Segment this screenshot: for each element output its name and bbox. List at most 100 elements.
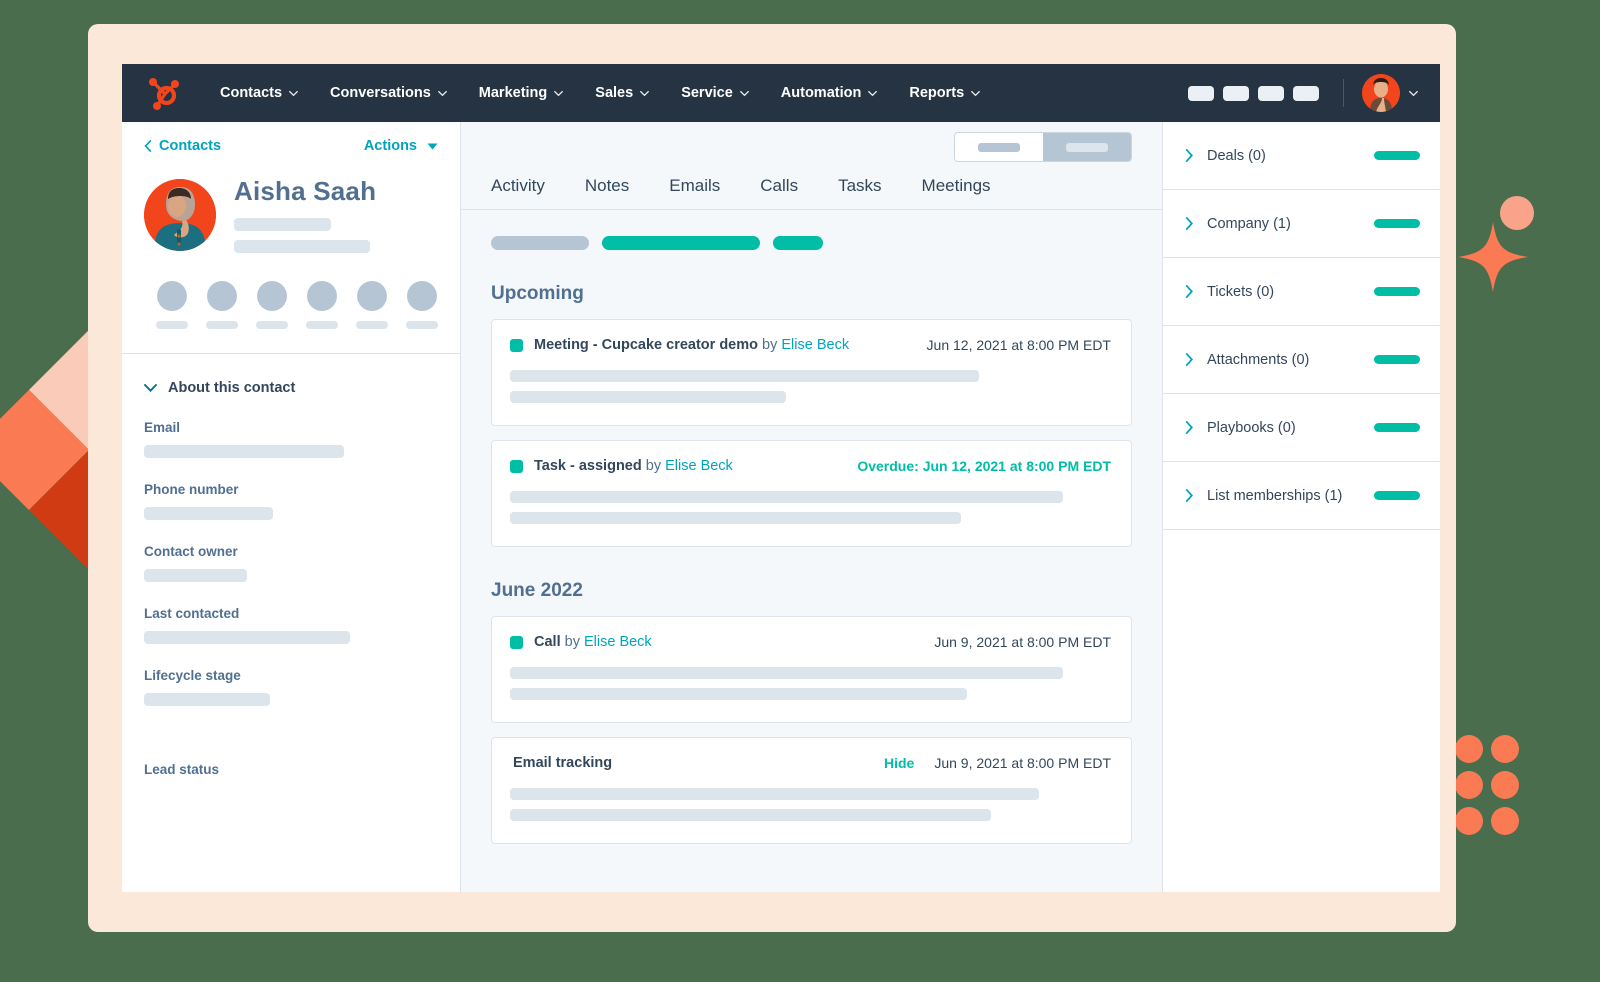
activity-card[interactable]: Task - assigned by Elise Beck Overdue: J… — [491, 440, 1132, 547]
sidebar-item-deals[interactable]: Deals (0) — [1163, 122, 1440, 190]
activity-title-text: Email tracking — [513, 755, 612, 771]
nav-divider — [1343, 79, 1344, 107]
sidebar-item-attachments[interactable]: Attachments (0) — [1163, 326, 1440, 394]
filter-chip[interactable] — [491, 236, 589, 250]
activity-body-placeholder — [510, 788, 1111, 821]
activity-card[interactable]: Meeting - Cupcake creator demo by Elise … — [491, 319, 1132, 426]
filter-chip[interactable] — [602, 236, 760, 250]
field-value-placeholder[interactable] — [144, 631, 350, 644]
nav-utility-placeholder[interactable] — [1293, 86, 1319, 101]
sidebar-action-placeholder[interactable] — [1374, 287, 1420, 296]
tab-tasks[interactable]: Tasks — [818, 176, 901, 209]
view-toggle-option-right[interactable] — [1043, 133, 1131, 161]
sidebar-action-placeholder[interactable] — [1374, 219, 1420, 228]
chevron-right-icon — [1185, 353, 1194, 366]
circle-shape — [1500, 196, 1534, 230]
nav-item-automation[interactable]: Automation — [765, 85, 894, 101]
tab-emails[interactable]: Emails — [649, 176, 740, 209]
sidebar-item-tickets[interactable]: Tickets (0) — [1163, 258, 1440, 326]
chevron-right-icon — [1185, 217, 1194, 230]
activity-by-text: by — [762, 337, 777, 353]
activity-by-text: by — [646, 458, 661, 474]
nav-item-label: Reports — [909, 85, 964, 101]
nav-item-sales[interactable]: Sales — [579, 85, 665, 101]
tab-calls[interactable]: Calls — [740, 176, 818, 209]
nav-item-service[interactable]: Service — [665, 85, 765, 101]
nav-utility-placeholder[interactable] — [1258, 86, 1284, 101]
view-toggle-option-left[interactable] — [955, 133, 1043, 161]
sidebar-item-company[interactable]: Company (1) — [1163, 190, 1440, 258]
quick-action[interactable] — [306, 281, 338, 329]
quick-action[interactable] — [156, 281, 188, 329]
contact-meta-placeholder — [234, 240, 370, 253]
placeholder-line — [510, 688, 967, 700]
sidebar-action-placeholder[interactable] — [1374, 355, 1420, 364]
activity-card[interactable]: Call by Elise Beck Jun 9, 2021 at 8:00 P… — [491, 616, 1132, 723]
activity-card[interactable]: Email tracking Hide Jun 9, 2021 at 8:00 … — [491, 737, 1132, 844]
activity-feed: Upcoming Meeting - Cupcake creator demo … — [461, 210, 1162, 892]
quick-action[interactable] — [256, 281, 288, 329]
field-last-contacted: Last contacted — [144, 606, 438, 644]
chevron-down-icon — [1409, 89, 1418, 98]
activity-owner-link[interactable]: Elise Beck — [665, 458, 733, 474]
quick-action[interactable] — [406, 281, 438, 329]
activity-title-text: Meeting - Cupcake creator demo — [534, 337, 758, 353]
account-menu[interactable] — [1362, 74, 1418, 112]
placeholder-line — [510, 491, 1063, 503]
nav-item-conversations[interactable]: Conversations — [314, 85, 463, 101]
nav-item-contacts[interactable]: Contacts — [204, 85, 314, 101]
about-panel: About this contact Email Phone number Co… — [122, 354, 460, 777]
sidebar-item-list-memberships[interactable]: List memberships (1) — [1163, 462, 1440, 530]
quick-action-label-placeholder — [256, 321, 288, 329]
quick-action[interactable] — [356, 281, 388, 329]
quick-action-label-placeholder — [206, 321, 238, 329]
browser-frame: Contacts Conversations Marketing Sales S… — [88, 24, 1456, 932]
activity-timestamp: Jun 12, 2021 at 8:00 PM EDT — [927, 337, 1111, 353]
tab-meetings[interactable]: Meetings — [902, 176, 1011, 209]
hide-link[interactable]: Hide — [884, 755, 914, 771]
chevron-down-icon — [868, 89, 877, 98]
nav-utility-placeholder[interactable] — [1188, 86, 1214, 101]
view-toggle-group — [954, 132, 1132, 162]
field-value-placeholder[interactable] — [144, 507, 273, 520]
nav-item-marketing[interactable]: Marketing — [463, 85, 580, 101]
nav-utility-placeholder[interactable] — [1223, 86, 1249, 101]
field-value-placeholder[interactable] — [144, 693, 270, 706]
filter-chip[interactable] — [773, 236, 823, 250]
sparkle-star-shape — [1458, 222, 1528, 292]
toggle-label-placeholder — [1066, 143, 1108, 152]
placeholder-line — [510, 391, 786, 403]
activity-owner-link[interactable]: Elise Beck — [781, 337, 849, 353]
activity-body-placeholder — [510, 491, 1111, 524]
field-value-placeholder[interactable] — [144, 445, 344, 458]
contact-identity: Aisha Saah — [144, 176, 438, 253]
activity-card-meta: Hide Jun 9, 2021 at 8:00 PM EDT — [884, 755, 1111, 771]
quick-action-label-placeholder — [356, 321, 388, 329]
field-label: Last contacted — [144, 606, 438, 621]
placeholder-line — [510, 370, 979, 382]
tab-label: Tasks — [838, 176, 881, 195]
top-navigation-bar: Contacts Conversations Marketing Sales S… — [122, 64, 1440, 122]
field-value-placeholder[interactable] — [144, 569, 247, 582]
quick-action-label-placeholder — [156, 321, 188, 329]
activity-owner-link[interactable]: Elise Beck — [584, 634, 652, 650]
actions-dropdown[interactable]: Actions — [364, 138, 438, 154]
sidebar-action-placeholder[interactable] — [1374, 491, 1420, 500]
tab-activity[interactable]: Activity — [491, 176, 565, 209]
activity-card-meta: Overdue: Jun 12, 2021 at 8:00 PM EDT — [857, 458, 1111, 474]
quick-action[interactable] — [206, 281, 238, 329]
sidebar-item-playbooks[interactable]: Playbooks (0) — [1163, 394, 1440, 462]
about-this-contact-toggle[interactable]: About this contact — [144, 380, 438, 396]
sidebar-item-label: Company (1) — [1207, 216, 1291, 232]
placeholder-line — [510, 667, 1063, 679]
breadcrumb-back-contacts[interactable]: Contacts — [144, 138, 221, 154]
sidebar-action-placeholder[interactable] — [1374, 151, 1420, 160]
filter-row — [491, 210, 1132, 250]
activity-panel: Activity Notes Emails Calls Tasks Meetin… — [461, 122, 1162, 892]
hubspot-sprocket-logo[interactable] — [144, 73, 184, 113]
nav-item-reports[interactable]: Reports — [893, 85, 996, 101]
tab-notes[interactable]: Notes — [565, 176, 649, 209]
chevron-down-icon — [640, 89, 649, 98]
chevron-right-icon — [1185, 421, 1194, 434]
sidebar-action-placeholder[interactable] — [1374, 423, 1420, 432]
